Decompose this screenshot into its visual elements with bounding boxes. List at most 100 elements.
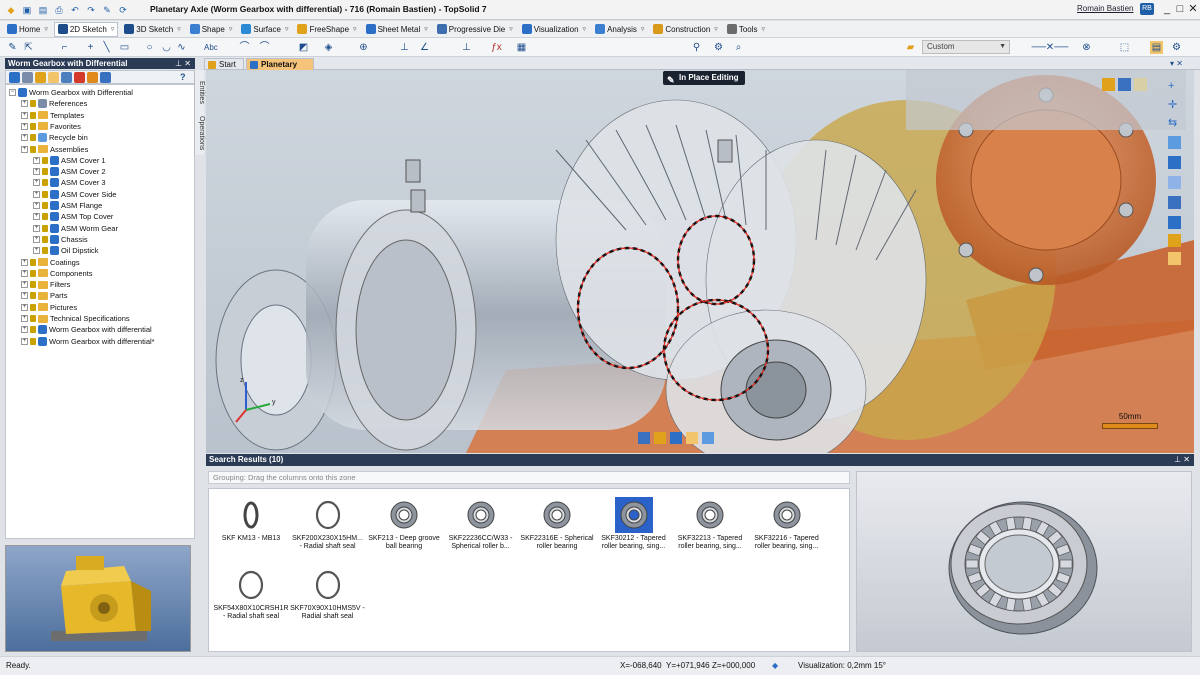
menu-analysis[interactable]: Analysis ▿ — [592, 22, 647, 37]
view-cube-icon[interactable] — [1118, 78, 1131, 91]
tab-start-page[interactable]: Start Page — [204, 58, 244, 80]
tree-node[interactable]: + Oil Dipstick — [33, 245, 99, 256]
tree-node[interactable]: + Favorites — [21, 121, 81, 132]
expand-icon[interactable]: + — [21, 145, 28, 153]
user-badge[interactable]: RB — [1140, 3, 1154, 15]
chevron-down-icon[interactable]: ▿ — [641, 25, 645, 33]
menu-sheet-metal[interactable]: Sheet Metal ▿ — [363, 22, 431, 37]
expand-icon[interactable]: + — [33, 179, 40, 187]
result-item[interactable]: SKF KM13 - MB13 — [213, 495, 289, 559]
expand-icon[interactable]: + — [21, 315, 28, 322]
tree-node[interactable]: + Templates — [21, 110, 84, 121]
minimize-button[interactable]: _ — [1160, 2, 1174, 16]
display-icon[interactable]: ⬚ — [1118, 41, 1131, 54]
operations-tab[interactable]: Operations — [195, 112, 205, 154]
chevron-down-icon[interactable]: ▿ — [509, 25, 513, 33]
tree-star-icon[interactable] — [61, 72, 72, 83]
rotate-icon[interactable]: ✛ — [1168, 98, 1181, 111]
snap-icon[interactable]: ◆ — [772, 657, 778, 675]
chevron-down-icon[interactable]: ▿ — [229, 25, 233, 33]
result-item[interactable]: SKF22236CC/W33 - Spherical roller b... — [443, 495, 519, 559]
fit-icon[interactable] — [1168, 176, 1181, 189]
measure-tool-icon[interactable]: ⚲ — [690, 41, 703, 54]
select-tool-icon[interactable]: ⇱ — [22, 41, 35, 54]
view-tools-icon[interactable] — [1102, 78, 1115, 91]
menu-home[interactable]: Home ▿ — [4, 22, 51, 37]
tree-node[interactable]: + Worm Gearbox with differential — [21, 324, 152, 335]
undo-icon[interactable]: ↶ — [68, 3, 82, 17]
expand-icon[interactable]: + — [33, 168, 40, 176]
help-view-icon[interactable] — [1168, 252, 1181, 265]
tree-node[interactable]: + Pictures — [21, 302, 77, 313]
tree-node[interactable]: + ASM Cover 1 — [33, 155, 106, 166]
render-icon[interactable] — [1168, 216, 1181, 229]
menu-construction[interactable]: Construction ▿ — [650, 22, 720, 37]
car-tool-icon[interactable]: ⚙ — [712, 41, 725, 54]
circle-tool-icon[interactable]: ○ — [143, 41, 156, 54]
highlight-icon[interactable]: ▤ — [1150, 41, 1163, 54]
chevron-down-icon[interactable]: ▿ — [714, 25, 718, 33]
tree-node[interactable]: + ASM Cover 2 — [33, 166, 106, 177]
menu-shape[interactable]: Shape ▿ — [187, 22, 236, 37]
tree-node[interactable]: + Technical Specifications — [21, 313, 130, 324]
chevron-down-icon[interactable]: ▿ — [111, 25, 115, 33]
chevron-down-icon[interactable]: ▿ — [583, 25, 587, 33]
grid-tool-icon[interactable]: ▦ — [515, 41, 528, 54]
orbit-icon[interactable]: ⇆ — [1168, 116, 1181, 129]
chevron-down-icon[interactable]: ▿ — [353, 25, 357, 33]
menu-freeshape[interactable]: FreeShape ▿ — [294, 22, 359, 37]
tree-node[interactable]: + References — [21, 98, 87, 109]
color-icon[interactable] — [1168, 234, 1181, 247]
tree-node[interactable]: + Parts — [21, 290, 68, 301]
result-item[interactable]: SKF32213 - Tapered roller bearing, sing..… — [672, 495, 748, 559]
polyline-tool-icon[interactable]: ⌐ — [58, 41, 71, 54]
result-item[interactable]: SKF22316E - Spherical roller bearing — [519, 495, 595, 559]
expand-icon[interactable]: − — [9, 89, 16, 96]
expand-icon[interactable]: + — [33, 213, 40, 221]
pen-icon[interactable]: ✎ — [100, 3, 114, 17]
chevron-down-icon[interactable]: ▿ — [424, 25, 428, 33]
spline-tool-icon[interactable]: ∿ — [175, 41, 188, 54]
fx-tool-icon[interactable]: ƒx — [490, 41, 503, 54]
entities-tab[interactable]: Entities — [195, 74, 205, 110]
result-item[interactable]: SKF200X230X15HM... - Radial shaft seal — [290, 495, 366, 559]
tree-filter-icon[interactable] — [48, 72, 59, 83]
results-pin-close[interactable]: ⊥ ✕ — [1174, 454, 1190, 466]
chevron-down-icon[interactable]: ▿ — [762, 25, 766, 33]
tree-node[interactable]: + Components — [21, 268, 93, 279]
3d-viewport[interactable]: z y ✎ In Place Editing 50mm + ✛ ⇆ — [206, 70, 1194, 453]
fillet-tool-icon[interactable]: ⌒ — [258, 41, 271, 54]
style-combo[interactable]: Custom ▼ — [922, 40, 1010, 54]
menu-3d-sketch[interactable]: 3D Sketch ▿ — [121, 22, 183, 37]
tree-node[interactable]: + Recycle bin — [21, 132, 88, 143]
pattern-icon[interactable]: ⊗ — [1080, 41, 1093, 54]
expand-icon[interactable]: + — [21, 122, 28, 130]
expand-icon[interactable]: + — [21, 100, 28, 108]
expand-icon[interactable]: + — [21, 134, 28, 142]
menu-progressive-die[interactable]: Progressive Die ▿ — [434, 22, 516, 37]
expand-icon[interactable]: + — [21, 337, 28, 345]
constraint-tool-icon[interactable]: ⊕ — [357, 41, 370, 54]
line-tool-icon[interactable]: ╲ — [100, 41, 113, 54]
tabs-menu-icon[interactable]: ▾ ✕ — [1170, 57, 1183, 70]
menu-visualization[interactable]: Visualization ▿ — [519, 22, 589, 37]
rectangle-tool-icon[interactable]: ▭ — [118, 41, 131, 54]
arc-tool-icon[interactable]: ◡ — [160, 41, 173, 54]
tree-node[interactable]: + Filters — [21, 279, 70, 290]
chevron-down-icon[interactable]: ▿ — [177, 25, 181, 33]
menu-tools[interactable]: Tools ▿ — [724, 22, 768, 37]
expand-icon[interactable]: + — [21, 111, 28, 119]
tree-home-icon[interactable] — [9, 72, 20, 83]
print-icon[interactable]: ⎙ — [52, 3, 66, 17]
tree-sync-icon[interactable] — [100, 72, 111, 83]
views-icon[interactable] — [1168, 156, 1181, 169]
result-item[interactable]: SKF54X80X10CRSH1R - Radial shaft seal — [213, 565, 289, 629]
zoom-tool-icon[interactable]: ⌕ — [732, 41, 745, 54]
grouping-zone[interactable]: Grouping: Drag the columns onto this zon… — [208, 471, 850, 484]
tab-planetary-axle[interactable]: Planetary Axle — [246, 58, 314, 80]
expand-icon[interactable]: + — [21, 326, 28, 334]
view-light-icon[interactable] — [1134, 78, 1147, 91]
tree-node[interactable]: + ASM Top Cover — [33, 211, 113, 222]
tree-node[interactable]: + ASM Cover Side — [33, 189, 116, 200]
text-tool-icon[interactable]: Abc — [204, 41, 218, 54]
